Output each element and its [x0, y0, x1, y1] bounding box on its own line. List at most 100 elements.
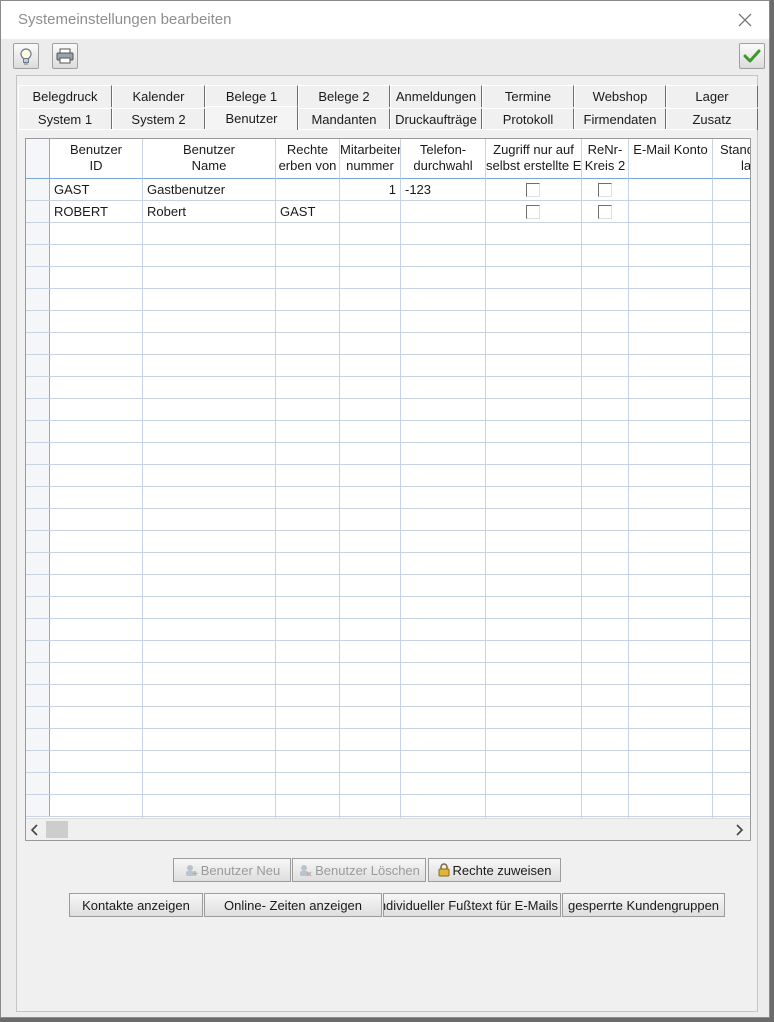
column-header-line: Mitarbeiter	[340, 142, 401, 157]
horizontal-scrollbar[interactable]	[26, 818, 750, 840]
cell-mitarbeiter-nummer[interactable]: 1	[340, 179, 400, 201]
tab-protokoll[interactable]: Protokoll	[482, 108, 574, 130]
column-header-email-konto[interactable]: E-Mail Konto	[629, 139, 713, 179]
column-line	[400, 179, 401, 819]
tab-belegdruck[interactable]: Belegdruck	[18, 85, 112, 107]
row-indicator[interactable]	[26, 575, 50, 597]
tab-anmeldungen[interactable]: Anmeldungen	[390, 85, 482, 107]
checkbox-renr-kreis[interactable]	[598, 183, 612, 197]
row-indicator[interactable]	[26, 377, 50, 399]
row-indicator[interactable]	[26, 685, 50, 707]
online-zeiten-label: Online- Zeiten anzeigen	[223, 897, 363, 913]
column-header-line: Telefon-	[419, 142, 467, 157]
checkbox-zugriff[interactable]	[526, 183, 540, 197]
row-indicator[interactable]	[26, 465, 50, 487]
row-indicator[interactable]	[26, 443, 50, 465]
column-header-telefon-durchwahl[interactable]: Telefon- durchwahl	[401, 139, 486, 179]
column-header-renr-kreis[interactable]: ReNr- Kreis 2	[582, 139, 629, 179]
cell-rechte-erben[interactable]: GAST	[276, 201, 339, 223]
row-line	[26, 640, 750, 641]
column-header-line: Benutzer	[69, 142, 123, 157]
add-user-icon	[184, 863, 198, 877]
row-indicator[interactable]	[26, 509, 50, 531]
tab-system-1[interactable]: System 1	[18, 108, 112, 130]
row-indicator[interactable]	[26, 355, 50, 377]
tab-system-2[interactable]: System 2	[112, 108, 205, 130]
cell-benutzer-id[interactable]: GAST	[50, 179, 142, 201]
column-header-rechte-erben[interactable]: Rechte erben von	[276, 139, 340, 179]
confirm-button[interactable]	[739, 43, 765, 69]
row-line	[26, 530, 750, 531]
row-line	[26, 310, 750, 311]
row-indicator[interactable]	[26, 399, 50, 421]
row-indicator[interactable]	[26, 223, 50, 245]
checkbox-renr-kreis[interactable]	[598, 205, 612, 219]
column-header-standard-lager[interactable]: Stand lag	[713, 139, 750, 179]
users-table[interactable]: Benutzer ID Benutzer Name Rechte erben v…	[25, 138, 751, 841]
row-line	[26, 486, 750, 487]
tab-benutzer[interactable]: Benutzer	[205, 106, 298, 130]
row-indicator[interactable]	[26, 795, 50, 817]
row-indicator[interactable]	[26, 663, 50, 685]
column-header-zugriff[interactable]: Zugriff nur auf selbst erstellte E	[486, 139, 582, 179]
row-indicator[interactable]	[26, 619, 50, 641]
row-indicator[interactable]	[26, 641, 50, 663]
benutzer-loeschen-button[interactable]: Benutzer Löschen	[292, 858, 426, 882]
tab-belege-2[interactable]: Belege 2	[298, 85, 390, 107]
benutzer-neu-button[interactable]: Benutzer Neu	[173, 858, 291, 882]
close-button[interactable]	[727, 5, 763, 35]
cell-benutzer-id[interactable]: ROBERT	[50, 201, 142, 223]
row-indicator[interactable]	[26, 553, 50, 575]
row-line	[26, 442, 750, 443]
row-indicator[interactable]	[26, 729, 50, 751]
scroll-thumb[interactable]	[46, 821, 68, 838]
row-indicator[interactable]	[26, 597, 50, 619]
cell-telefon-durchwahl[interactable]	[401, 201, 485, 223]
column-header-benutzer-id[interactable]: Benutzer ID	[50, 139, 143, 179]
tab-druckauftraege[interactable]: Druckaufträge	[390, 108, 482, 130]
row-indicator[interactable]	[26, 201, 50, 223]
column-line	[628, 179, 629, 819]
row-indicator[interactable]	[26, 487, 50, 509]
column-line	[275, 179, 276, 819]
row-indicator[interactable]	[26, 333, 50, 355]
print-button[interactable]	[52, 43, 78, 69]
scroll-right-arrow-icon[interactable]	[734, 824, 744, 839]
individueller-fusstext-button[interactable]: Individueller Fußtext für E-Mails	[383, 893, 561, 917]
scroll-left-arrow-icon[interactable]	[30, 824, 40, 839]
tab-webshop[interactable]: Webshop	[574, 85, 666, 107]
tab-kalender[interactable]: Kalender	[112, 85, 205, 107]
cell-rechte-erben[interactable]	[276, 179, 339, 201]
gesperrte-kundengruppen-button[interactable]: gesperrte Kundengruppen	[562, 893, 725, 917]
cell-telefon-durchwahl[interactable]: -123	[401, 179, 485, 201]
tab-zusatz[interactable]: Zusatz	[666, 108, 758, 130]
row-indicator[interactable]	[26, 773, 50, 795]
cell-benutzer-name[interactable]: Gastbenutzer	[143, 179, 275, 201]
column-header-mitarbeiter-nummer[interactable]: Mitarbeiter nummer	[340, 139, 401, 179]
row-line	[26, 618, 750, 619]
row-indicator[interactable]	[26, 421, 50, 443]
row-indicator[interactable]	[26, 267, 50, 289]
cell-mitarbeiter-nummer[interactable]	[340, 201, 400, 223]
gesperrte-kundengruppen-label: gesperrte Kundengruppen	[567, 897, 720, 913]
tab-firmendaten[interactable]: Firmendaten	[574, 108, 666, 130]
cell-benutzer-name[interactable]: Robert	[143, 201, 275, 223]
row-indicator[interactable]	[26, 751, 50, 773]
kontakte-anzeigen-button[interactable]: Kontakte anzeigen	[69, 893, 203, 917]
tab-mandanten[interactable]: Mandanten	[298, 108, 390, 130]
row-indicator[interactable]	[26, 531, 50, 553]
row-indicator[interactable]	[26, 179, 50, 201]
tab-lager[interactable]: Lager	[666, 85, 758, 107]
row-indicator[interactable]	[26, 311, 50, 333]
rechte-zuweisen-button[interactable]: Rechte zuweisen	[428, 858, 561, 882]
row-line	[26, 684, 750, 685]
row-indicator[interactable]	[26, 245, 50, 267]
row-indicator[interactable]	[26, 707, 50, 729]
tab-belege-1[interactable]: Belege 1	[205, 85, 298, 107]
hint-button[interactable]	[13, 43, 39, 69]
column-header-benutzer-name[interactable]: Benutzer Name	[143, 139, 276, 179]
tab-termine[interactable]: Termine	[482, 85, 574, 107]
row-indicator[interactable]	[26, 289, 50, 311]
checkbox-zugriff[interactable]	[526, 205, 540, 219]
online-zeiten-button[interactable]: Online- Zeiten anzeigen	[204, 893, 382, 917]
